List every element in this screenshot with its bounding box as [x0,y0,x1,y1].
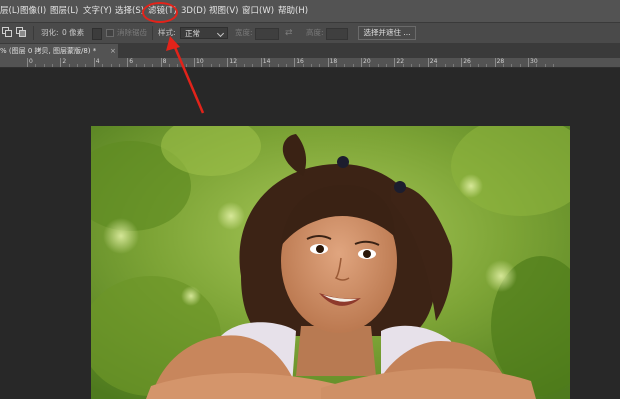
annotation-arrow [166,36,205,114]
